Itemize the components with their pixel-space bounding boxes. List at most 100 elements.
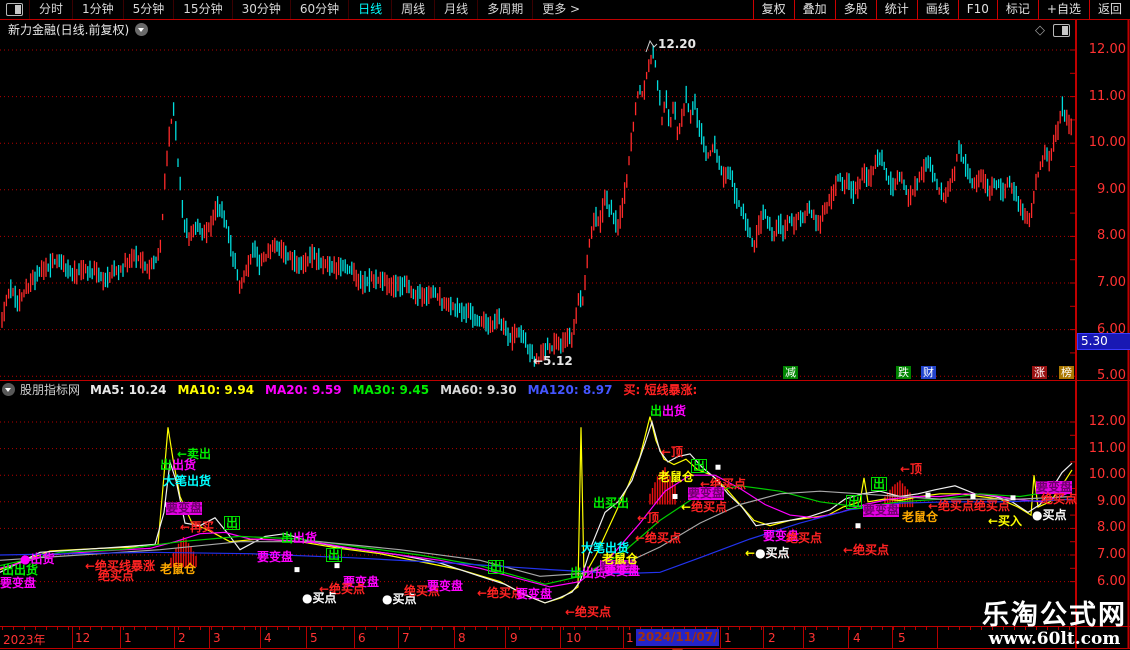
annotation-text: 绝买点 — [98, 569, 135, 583]
x-axis-tick — [233, 627, 234, 630]
y-axis-label: 7.00 — [1097, 275, 1126, 290]
indicator-values: MA5: 10.24 MA10: 9.94 MA20: 9.59 MA30: 9.45… — [90, 381, 708, 398]
ma-value: MA30: 9.45 — [352, 382, 430, 397]
split-window-icon[interactable] — [1053, 24, 1070, 37]
x-axis-tick — [970, 627, 971, 630]
toolbar-button-画线[interactable]: 画线 — [916, 0, 958, 19]
annotation-text: 老鼠仓 — [160, 562, 197, 576]
annotation-text: 出 — [226, 516, 239, 530]
event-badge[interactable]: 减 — [783, 366, 798, 379]
y-axis-label: 9.00 — [1097, 181, 1126, 197]
period-tab-分时[interactable]: 分时 — [29, 0, 72, 19]
annotation: 出 — [488, 560, 505, 574]
annotation-text: 出货 — [293, 531, 318, 545]
event-badge[interactable]: 跌 — [896, 366, 911, 379]
event-badge[interactable]: 榜 — [1059, 366, 1074, 379]
x-axis-tick — [211, 627, 212, 630]
period-tab-月线[interactable]: 月线 — [434, 0, 477, 19]
period-tab-1分钟[interactable]: 1分钟 — [72, 0, 123, 19]
annotation: ●买点 — [302, 592, 336, 605]
annotation: ←绝买点 — [635, 532, 681, 545]
toolbar-button-复权[interactable]: 复权 — [752, 0, 794, 19]
annotation: 绝买点 — [1041, 493, 1077, 506]
chevron-down-icon[interactable] — [135, 23, 149, 36]
y-axis-label: 11.00 — [1088, 88, 1126, 104]
x-axis-tick — [398, 627, 399, 630]
x-axis-tick — [156, 627, 157, 630]
event-badge[interactable]: 涨 — [1032, 366, 1047, 379]
annotation-text: 出 — [570, 566, 583, 580]
x-axis-label: 5 — [310, 631, 318, 645]
x-axis-label: 2023年 — [3, 633, 46, 647]
toolbar-button-多股[interactable]: 多股 — [834, 0, 876, 19]
x-axis-label: 2 — [768, 631, 776, 645]
toolbar-buttons: 复权 叠加 多股 统计 画线 F10 标记 +自选 返回 — [752, 0, 1130, 19]
annotation-text: 要变盘 — [863, 503, 900, 517]
x-axis-label: 9 — [510, 631, 518, 645]
toolbar-button-+自选[interactable]: +自选 — [1037, 0, 1089, 19]
period-tab-15分钟[interactable]: 15分钟 — [173, 0, 231, 19]
annotation-text: 要变盘 — [166, 501, 203, 515]
annotation: 老鼠仓 — [658, 471, 694, 484]
annotation-text: 要变盘 — [688, 486, 725, 500]
period-tab-30分钟[interactable]: 30分钟 — [231, 0, 290, 19]
annotation: 老鼠仓 — [160, 563, 196, 576]
chart-canvas[interactable] — [0, 0, 1130, 650]
toolbar-button-叠加[interactable]: 叠加 — [793, 0, 835, 19]
annotation-text: 出货 — [172, 458, 197, 472]
x-axis-tick — [178, 627, 179, 630]
x-axis-tick — [607, 627, 608, 630]
annotation-text: ●买点 — [755, 546, 790, 560]
x-axis-tick — [860, 627, 861, 630]
period-tab-日线[interactable]: 日线 — [348, 0, 391, 19]
period-tab-多周期[interactable]: 多周期 — [477, 0, 532, 19]
event-badge[interactable]: 财 — [921, 366, 936, 379]
x-axis-tick — [497, 627, 498, 630]
period-tab-更多 >[interactable]: 更多 > — [532, 0, 589, 19]
x-axis-tick — [112, 627, 113, 630]
x-axis-tick — [805, 627, 806, 630]
y-axis-label: 9.00 — [1097, 493, 1126, 509]
period-tab-周线[interactable]: 周线 — [391, 0, 434, 19]
current-price-tag: 5.30 — [1077, 333, 1130, 350]
toolbar-button-统计[interactable]: 统计 — [875, 0, 917, 19]
toolbar-button-标记[interactable]: 标记 — [996, 0, 1038, 19]
x-axis-tick — [101, 627, 102, 630]
annotation-text: 要变盘 — [516, 587, 553, 601]
annotation: 出出货 — [160, 459, 196, 472]
annotation-text: ←顶 — [637, 511, 660, 525]
x-axis-tick — [222, 627, 223, 630]
x-axis-tick — [816, 627, 817, 630]
annotation-text: 出出货 — [2, 563, 39, 577]
annotation: 出 — [871, 477, 888, 491]
top-toolbar: 分时 1分钟 5分钟 15分钟 30分钟 60分钟 日线 周线 月线 多周期 更多 > 复权 叠加 多股… — [0, 0, 1130, 19]
x-axis-tick — [453, 627, 454, 630]
ma-value: MA20: 9.59 — [265, 382, 342, 397]
x-axis-tick — [915, 627, 916, 630]
ma-value: 买: 短线暴涨: — [623, 382, 698, 397]
y-axis-label: 12.00 — [1088, 42, 1126, 57]
x-axis-label: 3 — [808, 631, 816, 645]
period-tab-60分钟[interactable]: 60分钟 — [289, 0, 348, 19]
diamond-icon[interactable]: ◇ — [1035, 23, 1045, 38]
annotation-text: 绝买点 — [1041, 492, 1078, 506]
annotation: ←顶 — [661, 446, 683, 459]
toolbar-button-F10[interactable]: F10 — [957, 0, 997, 19]
x-axis-separator — [174, 627, 175, 648]
toolbar-button-返回[interactable]: 返回 — [1088, 0, 1130, 19]
x-axis-label: 1 — [124, 631, 132, 645]
x-axis-tick — [530, 627, 531, 630]
annotation-text: ← — [745, 546, 756, 560]
x-axis-tick — [541, 627, 542, 630]
collapse-icon[interactable] — [2, 382, 15, 396]
window-layout-icon[interactable] — [6, 3, 23, 16]
x-axis-tick — [728, 627, 729, 630]
x-axis-label: 1 — [724, 631, 732, 645]
annotation-text: ←顶 — [661, 445, 684, 459]
annotation: 大笔出货 — [163, 475, 211, 488]
period-tab-5分钟[interactable]: 5分钟 — [122, 0, 174, 19]
annotation-text: ←买入 — [988, 514, 1023, 528]
x-axis-tick — [585, 627, 586, 630]
annotation: 出 — [326, 548, 343, 562]
x-axis-tick — [288, 627, 289, 630]
